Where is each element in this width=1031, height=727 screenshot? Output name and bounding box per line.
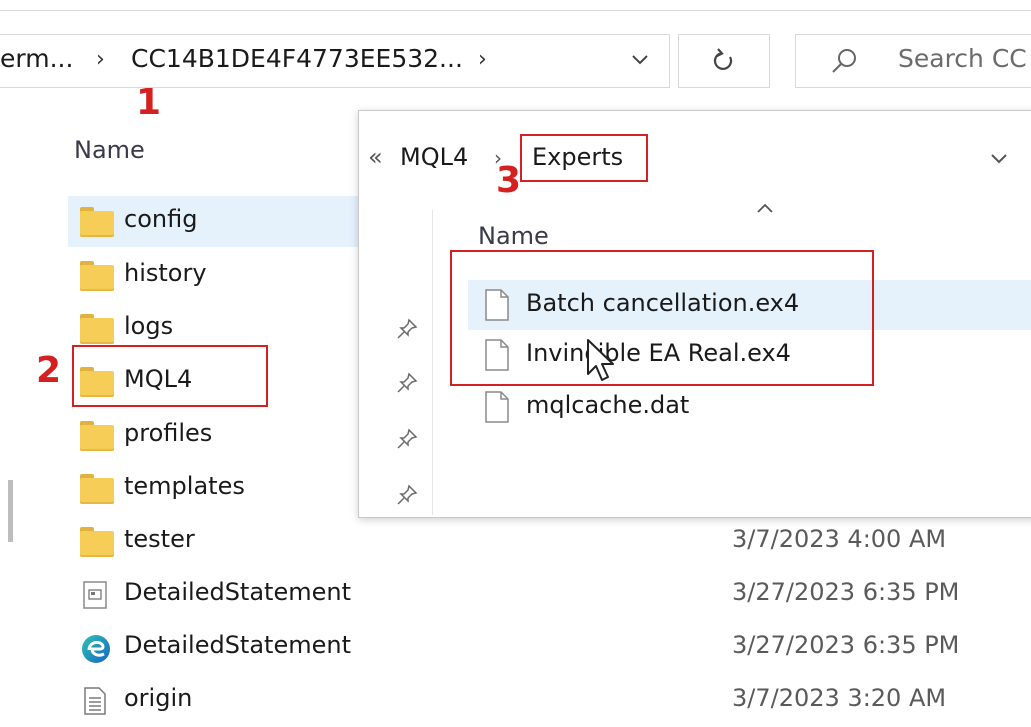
list-item-detailedstatement-edge[interactable]: DetailedStatement 3/27/2023 6:35 PM	[80, 622, 1031, 674]
breadcrumb-separator-icon: ›	[478, 47, 487, 72]
annotation-box-experts	[520, 134, 648, 182]
mouse-cursor-icon	[587, 339, 614, 381]
web-document-icon	[83, 581, 107, 609]
folder-icon	[80, 474, 114, 504]
address-dropdown-button[interactable]	[622, 40, 658, 80]
file-item-mqlcache[interactable]: mqlcache.dat	[484, 384, 1024, 434]
pin-icon[interactable]	[396, 428, 418, 450]
list-item-tester[interactable]: tester 3/7/2023 4:00 AM	[80, 516, 1031, 568]
search-icon	[832, 49, 856, 73]
item-name: history	[124, 259, 207, 287]
list-item-origin[interactable]: origin 3/7/2023 3:20 AM	[80, 675, 1031, 727]
annotation-box-mql4	[72, 345, 268, 407]
annotation-number-3: 3	[496, 160, 522, 201]
item-name: logs	[124, 312, 174, 340]
back-chevron-icon[interactable]: «	[368, 143, 383, 171]
sort-ascending-icon	[757, 203, 773, 213]
folder-icon	[80, 261, 114, 291]
item-name: origin	[124, 684, 193, 712]
annotation-box-ex4-files	[450, 250, 874, 386]
folder-icon	[80, 421, 114, 451]
text-document-icon	[84, 687, 106, 715]
breadcrumb-parent[interactable]: erm...	[0, 44, 73, 73]
chevron-down-icon	[632, 55, 648, 65]
refresh-button[interactable]	[678, 34, 770, 88]
search-input[interactable]: Search CC	[898, 44, 1027, 73]
pin-icon[interactable]	[396, 318, 418, 340]
item-name: tester	[124, 525, 195, 553]
item-name: DetailedStatement	[124, 578, 351, 606]
edge-browser-icon	[82, 635, 110, 663]
item-name: profiles	[124, 419, 213, 447]
file-icon	[485, 391, 509, 423]
item-date: 3/7/2023 4:00 AM	[732, 525, 947, 553]
item-name: DetailedStatement	[124, 631, 351, 659]
breadcrumb-separator-icon: ›	[96, 47, 105, 72]
folder-icon	[80, 527, 114, 557]
item-date: 3/27/2023 6:35 PM	[732, 631, 960, 659]
nav-pane-divider[interactable]	[432, 210, 433, 515]
folder-icon	[80, 314, 114, 344]
pin-icon[interactable]	[396, 484, 418, 506]
column-header-name[interactable]: Name	[74, 136, 145, 164]
item-name: config	[124, 205, 198, 233]
list-item-detailedstatement-htm[interactable]: DetailedStatement 3/27/2023 6:35 PM	[80, 569, 1031, 621]
file-name: mqlcache.dat	[526, 391, 690, 419]
item-date: 3/27/2023 6:35 PM	[732, 578, 960, 606]
pin-icon[interactable]	[396, 372, 418, 394]
item-date: 3/7/2023 3:20 AM	[732, 684, 947, 712]
popup-breadcrumb-mql4[interactable]: MQL4	[400, 143, 468, 171]
scrollbar-thumb[interactable]	[8, 480, 13, 542]
chevron-down-icon[interactable]	[990, 153, 1008, 165]
item-name: templates	[124, 472, 245, 500]
folder-icon	[80, 207, 114, 237]
annotation-number-2: 2	[36, 350, 62, 391]
popup-column-header-name[interactable]: Name	[478, 222, 549, 250]
refresh-icon	[713, 48, 733, 70]
breadcrumb-current[interactable]: CC14B1DE4F4773EE532...	[131, 44, 463, 73]
window-top-border	[0, 10, 1031, 11]
annotation-number-1: 1	[136, 82, 162, 123]
